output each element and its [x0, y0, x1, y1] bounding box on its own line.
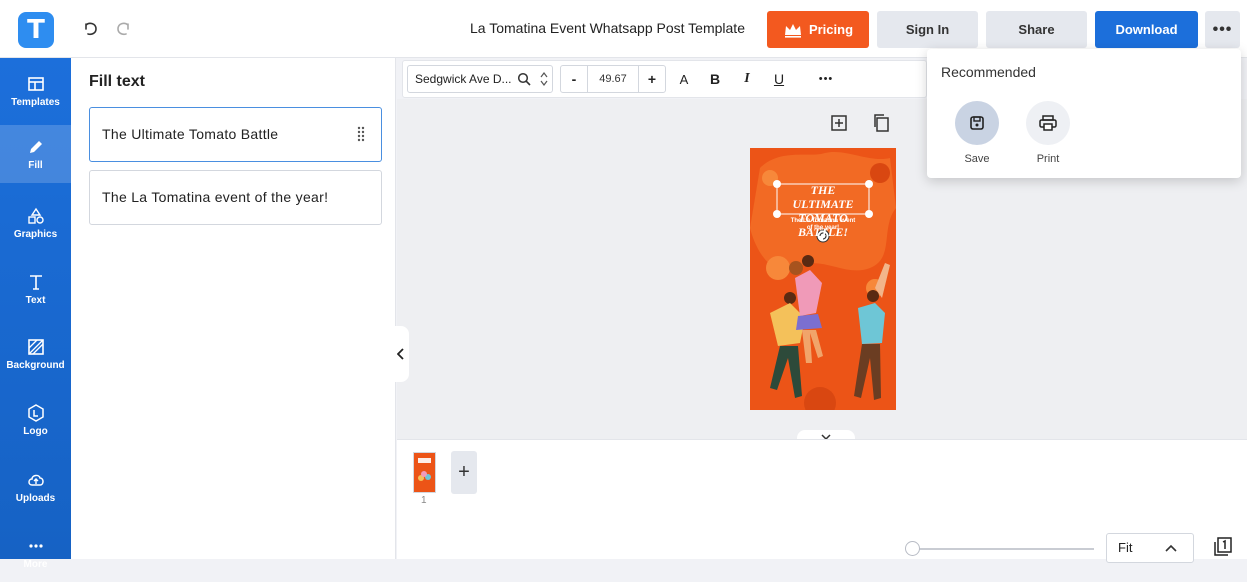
bold-button[interactable]: B	[703, 65, 727, 93]
pencil-icon	[29, 140, 42, 153]
zoom-value: Fit	[1118, 540, 1133, 555]
save-option[interactable]: Save	[947, 101, 1007, 165]
sidebar-item-label: Logo	[23, 425, 48, 437]
save-label: Save	[964, 153, 990, 165]
download-menu: Recommended Save Print	[927, 49, 1241, 178]
sidebar-item-label: Text	[25, 294, 46, 306]
text-field-value: The La Tomatina event of the year!	[102, 189, 329, 205]
redo-icon[interactable]	[112, 18, 134, 40]
download-button[interactable]: Download	[1095, 11, 1198, 48]
underline-button[interactable]: U	[767, 65, 791, 93]
templates-icon	[27, 76, 44, 91]
download-menu-title: Recommended	[941, 64, 1036, 80]
save-icon	[955, 101, 999, 145]
fill-text-panel: Fill text The Ultimate Tomato Battle The…	[71, 58, 396, 559]
text-color-button[interactable]: A	[672, 65, 696, 93]
font-size-input[interactable]: 49.67	[588, 65, 638, 93]
page-thumbnail[interactable]	[413, 452, 436, 493]
sidebar-item-label: More	[23, 558, 48, 570]
thumbnail-art	[414, 453, 435, 492]
sidebar-item-graphics[interactable]: Graphics	[0, 194, 71, 252]
sidebar-item-logo[interactable]: Logo	[0, 391, 71, 449]
font-family-select[interactable]: Sedgwick Ave D...	[407, 65, 553, 93]
pricing-button[interactable]: Pricing	[767, 11, 869, 48]
print-option[interactable]: Print	[1018, 101, 1078, 165]
text-field-value: The Ultimate Tomato Battle	[102, 126, 279, 142]
chevron-up-icon	[1165, 544, 1177, 552]
poster-canvas[interactable]: THE ULTIMATE TOMATO BATTLE! The La Tomat…	[750, 148, 896, 410]
document-title[interactable]: La Tomatina Event Whatsapp Post Template	[470, 20, 745, 36]
text-field-subtext[interactable]: The La Tomatina event of the year!	[89, 170, 382, 225]
more-options-button[interactable]: •••	[1205, 11, 1240, 48]
add-page-button[interactable]: +	[451, 451, 477, 494]
italic-button[interactable]: I	[735, 65, 759, 93]
sidebar-item-background[interactable]: Background	[0, 325, 71, 383]
duplicate-icon[interactable]	[872, 113, 890, 133]
share-button[interactable]: Share	[986, 11, 1087, 48]
collapse-panel-button[interactable]	[393, 326, 409, 382]
print-icon	[1026, 101, 1070, 145]
print-label: Print	[1036, 153, 1060, 165]
shapes-icon	[27, 207, 44, 224]
sidebar-item-label: Graphics	[13, 228, 58, 240]
sidebar: Templates Fill Graphics Text Background …	[0, 58, 71, 570]
page-manager-icon[interactable]	[1212, 536, 1234, 558]
poster-subtext[interactable]: The La Tomatina event of the year!	[790, 218, 856, 232]
increase-size-button[interactable]: +	[638, 65, 666, 93]
sidebar-item-uploads[interactable]: Uploads	[0, 458, 71, 516]
stepper-arrows-icon[interactable]	[539, 70, 549, 88]
sidebar-item-fill[interactable]: Fill	[0, 125, 71, 183]
page-number: 1	[421, 495, 427, 506]
app-logo[interactable]: T	[18, 12, 54, 48]
sidebar-item-more[interactable]: More	[0, 524, 71, 582]
sidebar-item-label: Templates	[11, 96, 60, 108]
text-field-headline[interactable]: The Ultimate Tomato Battle	[89, 107, 382, 162]
search-icon	[517, 72, 531, 86]
sidebar-item-label: Fill	[28, 159, 43, 171]
upload-cloud-icon	[27, 474, 44, 486]
logo-icon	[27, 403, 44, 422]
sign-in-button[interactable]: Sign In	[877, 11, 978, 48]
add-frame-icon[interactable]	[830, 114, 848, 132]
text-icon	[29, 274, 42, 290]
sidebar-item-label: Background	[6, 359, 65, 371]
sidebar-item-label: Uploads	[15, 492, 56, 504]
sidebar-item-text[interactable]: Text	[0, 260, 71, 318]
chevron-left-icon	[397, 348, 404, 360]
background-icon	[27, 338, 44, 355]
undo-icon[interactable]	[80, 18, 102, 40]
panel-title: Fill text	[89, 73, 146, 90]
zoom-slider-handle[interactable]	[905, 541, 920, 556]
more-dots-icon	[28, 543, 43, 548]
pricing-label: Pricing	[808, 22, 854, 37]
zoom-slider[interactable]	[906, 548, 1094, 550]
drag-handle-icon[interactable]	[357, 126, 365, 142]
crown-icon	[784, 23, 801, 38]
decrease-size-button[interactable]: -	[560, 65, 588, 93]
text-toolbar: Sedgwick Ave D... - 49.67 + A B I U •••	[402, 60, 927, 98]
font-name: Sedgwick Ave D...	[415, 72, 512, 86]
more-text-options-button[interactable]: •••	[811, 65, 841, 93]
sidebar-item-templates[interactable]: Templates	[0, 62, 71, 120]
